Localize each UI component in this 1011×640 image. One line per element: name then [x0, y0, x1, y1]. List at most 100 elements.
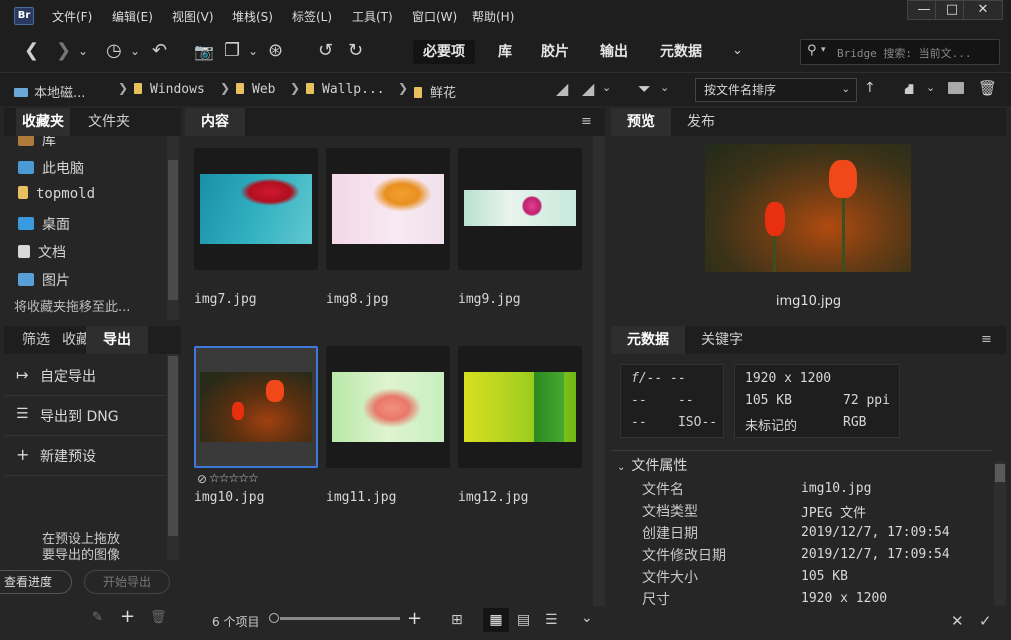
back-arrow-icon[interactable]: ❮ [24, 40, 39, 61]
thumbnail-quality-icon[interactable]: ◢ [582, 79, 594, 98]
filename-label[interactable]: img11.jpg [326, 490, 396, 505]
forward-arrow-icon[interactable]: ❯ [56, 40, 71, 61]
menu-window[interactable]: 窗口(W) [412, 8, 457, 25]
workspace-library[interactable]: 库 [488, 40, 522, 64]
thumbnail-img7[interactable] [194, 148, 318, 270]
thumbnail-img12[interactable] [458, 346, 582, 468]
camera-raw-icon[interactable]: ⊛ [268, 40, 283, 61]
tab-content[interactable]: 内容 [185, 108, 245, 136]
export-dng[interactable]: ☰ 导出到 DNG [4, 396, 166, 436]
filename-label[interactable]: img8.jpg [326, 292, 389, 307]
list-view-icon[interactable]: ☰ [545, 612, 558, 628]
chevron-down-icon[interactable]: ⌄ [660, 81, 669, 94]
plus-icon[interactable]: + [120, 606, 135, 627]
camera-icon[interactable]: 📷 [194, 42, 214, 61]
new-folder-icon[interactable] [948, 82, 964, 94]
favorite-desktop[interactable]: 桌面 [18, 214, 70, 234]
thumbnail-img9[interactable] [458, 148, 582, 270]
tab-keywords[interactable]: 关键字 [695, 326, 749, 354]
panel-menu-icon[interactable]: ≡ [581, 114, 592, 129]
menu-file[interactable]: 文件(F) [52, 8, 92, 25]
filter-icon[interactable]: ⏷ [638, 79, 651, 99]
breadcrumb-web[interactable]: Web [236, 82, 275, 97]
zoom-slider-thumb[interactable] [269, 613, 279, 623]
workspace-essentials[interactable]: 必要项 [413, 40, 475, 64]
rotate-right-icon[interactable]: ↻ [348, 40, 363, 61]
rotate-left-icon[interactable]: ↺ [318, 40, 333, 61]
favorites-scrollbar[interactable] [167, 136, 179, 320]
metadata-scrollbar[interactable] [994, 462, 1006, 606]
menu-edit[interactable]: 编辑(E) [112, 8, 153, 25]
trash-icon[interactable]: 🗑 [978, 79, 997, 97]
trash-icon[interactable]: 🗑 [150, 610, 167, 625]
panel-menu-icon[interactable]: ≡ [981, 332, 992, 347]
chevron-right-icon[interactable]: ❯ [220, 81, 230, 95]
breadcrumb-flowers[interactable]: 鲜花 [414, 82, 456, 101]
favorite-documents[interactable]: 文档 [18, 242, 66, 262]
breadcrumb-windows[interactable]: Windows [134, 82, 205, 97]
workspace-output[interactable]: 输出 [590, 40, 638, 64]
recent-icon[interactable]: ◷ [106, 40, 122, 61]
favorite-topmold[interactable]: topmold [18, 186, 95, 202]
export-new-preset[interactable]: + 新建预设 [4, 436, 166, 476]
breadcrumb-drive[interactable]: 本地磁... [14, 82, 85, 101]
refine-icon[interactable]: ❐ [224, 40, 240, 61]
favorite-computer[interactable]: 此电脑 [18, 158, 84, 178]
tab-favorites[interactable]: 收藏夹 [16, 108, 70, 136]
details-view-icon[interactable]: ▤ [517, 612, 530, 628]
tab-collections[interactable]: 收藏 [56, 326, 90, 354]
tab-publish[interactable]: 发布 [681, 108, 721, 136]
menu-stacks[interactable]: 堆栈(S) [232, 8, 273, 25]
menu-view[interactable]: 视图(V) [172, 8, 214, 25]
chevron-down-icon[interactable]: ⌄ [130, 44, 140, 58]
view-progress-button[interactable]: 查看进度 [0, 570, 72, 594]
zoom-in-icon[interactable]: + [407, 608, 422, 629]
chevron-down-icon[interactable]: ⌄ [926, 81, 935, 94]
thumbnail-img10-selected[interactable] [194, 346, 318, 468]
cancel-icon[interactable]: ✕ [951, 612, 964, 630]
apply-icon[interactable]: ✓ [979, 612, 992, 630]
chevron-down-icon[interactable]: ⌄ [732, 43, 743, 58]
grid-lock-icon[interactable]: ⊞ [451, 612, 463, 628]
favorite-library[interactable]: 库 [18, 136, 56, 150]
chevron-down-icon[interactable]: ⌄ [602, 81, 611, 94]
zoom-slider[interactable] [280, 617, 400, 620]
scroll-thumb[interactable] [168, 160, 178, 300]
thumbnail-img8[interactable] [326, 148, 450, 270]
workspace-filmstrip[interactable]: 胶片 [531, 40, 579, 64]
quality-icon[interactable]: ◢ [556, 79, 568, 98]
close-button[interactable]: ✕ [963, 0, 1003, 20]
breadcrumb-wallpaper[interactable]: Wallp... [306, 82, 385, 97]
chevron-down-icon[interactable]: ⌄ [78, 44, 88, 58]
sort-ascending-icon[interactable]: ↑ [864, 80, 876, 96]
tab-preview[interactable]: 预览 [611, 108, 671, 136]
scroll-thumb[interactable] [995, 464, 1005, 482]
sort-dropdown[interactable]: 按文件名排序 ⌄ [695, 78, 857, 102]
start-export-button[interactable]: 开始导出 [84, 570, 170, 594]
preview-image[interactable] [705, 144, 911, 272]
rating-stars[interactable]: ☆☆☆☆☆ [209, 471, 259, 485]
filename-label[interactable]: img9.jpg [458, 292, 521, 307]
favorite-pictures[interactable]: 图片 [18, 270, 70, 290]
reject-icon[interactable]: ⊘ [197, 472, 207, 486]
chevron-down-icon[interactable]: ⌄ [248, 44, 258, 58]
menu-label[interactable]: 标签(L) [292, 8, 332, 25]
menu-help[interactable]: 帮助(H) [472, 8, 514, 25]
filename-label[interactable]: img7.jpg [194, 292, 257, 307]
tab-folders[interactable]: 文件夹 [82, 108, 136, 136]
chevron-down-icon[interactable]: ⌄ [581, 610, 593, 626]
search-box[interactable]: ⚲ ▾ Bridge 搜索: 当前文... [800, 39, 1000, 65]
filename-label[interactable]: img12.jpg [458, 490, 528, 505]
menu-tools[interactable]: 工具(T) [352, 8, 393, 25]
chevron-right-icon[interactable]: ❯ [398, 81, 408, 95]
tab-metadata[interactable]: 元数据 [611, 326, 685, 354]
tab-filter[interactable]: 筛选 [16, 326, 54, 354]
scroll-thumb[interactable] [168, 356, 178, 536]
workspace-metadata[interactable]: 元数据 [650, 40, 712, 64]
pencil-icon[interactable]: ✎ [92, 610, 103, 625]
chevron-right-icon[interactable]: ❯ [118, 81, 128, 95]
thumbnail-img11[interactable] [326, 346, 450, 468]
export-scrollbar[interactable] [167, 354, 179, 560]
open-recent-icon[interactable]: ⛘ [904, 80, 915, 100]
chevron-right-icon[interactable]: ❯ [290, 81, 300, 95]
